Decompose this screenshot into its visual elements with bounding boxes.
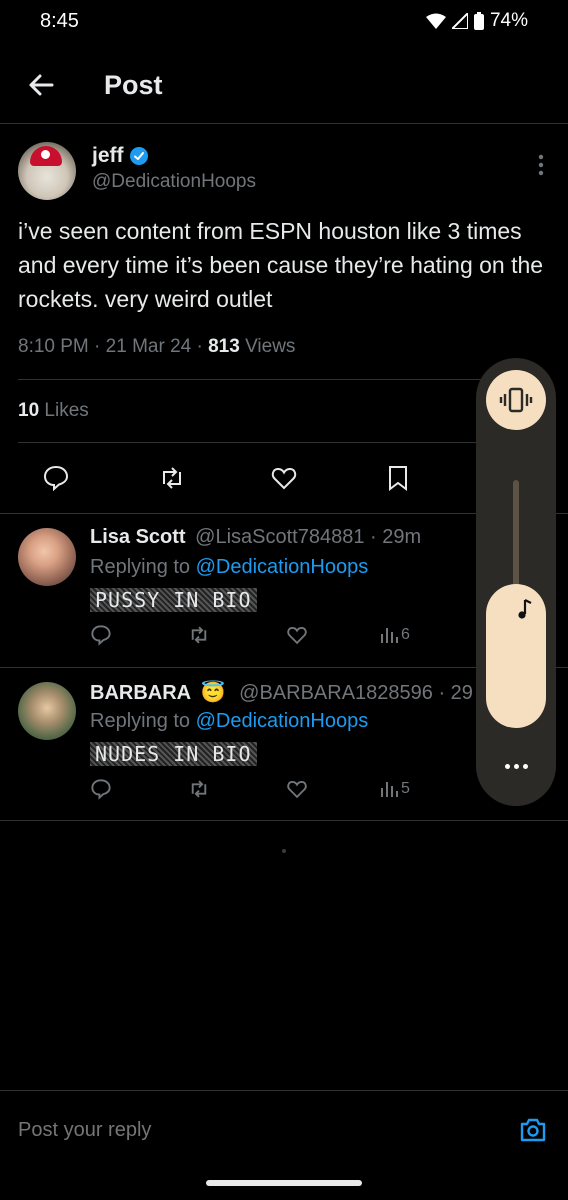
vibrate-button[interactable] — [486, 370, 546, 430]
reply-text: PUSSY IN BIO — [90, 588, 257, 612]
volume-more-button[interactable] — [498, 756, 534, 776]
dot — [522, 763, 528, 769]
dot — [513, 763, 519, 769]
bookmark-icon[interactable] — [384, 464, 412, 492]
battery-icon — [473, 12, 484, 30]
replying-to: Replying to @DedicationHoops — [90, 556, 368, 579]
views-button[interactable]: 5 — [380, 780, 410, 798]
cap-logo — [41, 150, 50, 159]
likes-count: 10 — [18, 400, 40, 421]
mention-link[interactable]: @DedicationHoops — [196, 556, 369, 578]
author-handle[interactable]: @DedicationHoops — [92, 171, 256, 193]
reply-header: BARBARA 😇 @BARBARA1828596 · 29 — [90, 682, 473, 704]
mention-link[interactable]: @DedicationHoops — [196, 710, 369, 732]
volume-slider-thumb[interactable] — [486, 584, 546, 728]
like-icon[interactable] — [286, 624, 308, 646]
reply-text: NUDES IN BIO — [90, 742, 257, 766]
views-count: 5 — [401, 780, 410, 797]
like-icon[interactable] — [286, 778, 308, 800]
reply-icon[interactable] — [90, 778, 112, 800]
post-date: 21 Mar 24 — [105, 336, 192, 357]
reply-author-handle[interactable]: @BARBARA1828596 — [239, 682, 433, 704]
reply-author-name[interactable]: Lisa Scott — [90, 526, 186, 548]
post-text: i’ve seen content from ESPN houston like… — [18, 218, 544, 312]
post-meta: 8:10 PM · 21 Mar 24 · 813 Views — [18, 336, 296, 357]
views-icon — [381, 628, 398, 643]
post-time: 8:10 PM — [18, 336, 89, 357]
likes-label: Likes — [44, 400, 89, 421]
wifi-icon — [425, 13, 446, 29]
music-note-icon — [518, 599, 532, 619]
avatar[interactable] — [18, 682, 76, 740]
volume-panel — [476, 358, 556, 806]
author-name[interactable]: jeff — [92, 144, 148, 168]
author-name-text: jeff — [92, 144, 124, 167]
divider — [18, 442, 550, 443]
camera-icon[interactable] — [518, 1115, 548, 1145]
signal-icon — [451, 13, 468, 29]
battery-percent: 74% — [489, 10, 528, 31]
more-icon[interactable] — [538, 154, 544, 176]
likes-row[interactable]: 10 Likes — [18, 400, 89, 422]
reply-icon[interactable] — [90, 624, 112, 646]
reply-icon[interactable] — [42, 464, 70, 492]
views-label: Views — [245, 336, 296, 357]
status-time: 8:45 — [40, 10, 79, 32]
dot — [504, 763, 510, 769]
repost-icon[interactable] — [158, 464, 186, 492]
avatar[interactable] — [18, 142, 76, 200]
replying-to: Replying to @DedicationHoops — [90, 710, 368, 733]
replying-prefix: Replying to — [90, 556, 191, 578]
verified-icon — [129, 147, 148, 165]
reply-author-handle[interactable]: @LisaScott784881 — [195, 526, 364, 548]
views-count: 6 — [401, 626, 410, 643]
repost-icon[interactable] — [188, 778, 210, 800]
views-icon — [381, 782, 398, 797]
top-bar: Post — [0, 60, 568, 124]
reply-header: Lisa Scott @LisaScott784881 · 29m — [90, 526, 422, 548]
views-button[interactable]: 6 — [380, 626, 410, 644]
vibrate-icon — [499, 387, 533, 413]
status-bar: 8:45 74% — [0, 0, 568, 46]
reply-text-content: PUSSY IN BIO — [90, 588, 257, 612]
loading-dot — [282, 849, 286, 853]
replying-prefix: Replying to — [90, 710, 191, 732]
views-count: 813 — [208, 336, 240, 357]
avatar[interactable] — [18, 528, 76, 586]
divider — [0, 820, 568, 821]
home-indicator[interactable] — [206, 1180, 362, 1186]
reply-input[interactable] — [18, 1119, 488, 1142]
reply-age: 29 — [450, 682, 473, 704]
repost-icon[interactable] — [188, 624, 210, 646]
back-arrow-icon[interactable] — [26, 70, 56, 100]
reply-age: 29m — [382, 526, 422, 548]
page-title: Post — [104, 70, 163, 100]
reply-emoji: 😇 — [200, 682, 226, 704]
reply-text-content: NUDES IN BIO — [90, 742, 257, 766]
status-icons: 74% — [425, 10, 528, 32]
like-icon[interactable] — [270, 464, 298, 492]
reply-author-name[interactable]: BARBARA — [90, 682, 191, 704]
divider — [18, 379, 550, 380]
